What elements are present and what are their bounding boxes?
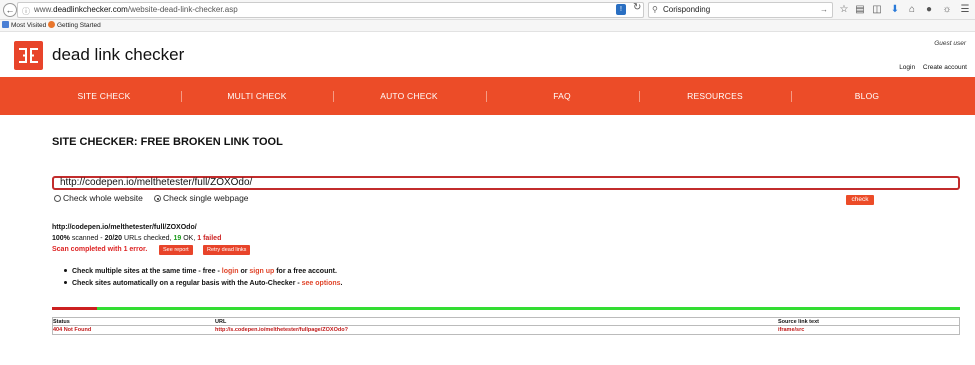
url-prefix: www. — [34, 5, 54, 14]
cell-url-link[interactable]: http://s.codepen.io/melthetester/fullpag… — [215, 326, 348, 334]
browser-toolbar: ← ⓘ www.deadlinkchecker.com/website-dead… — [0, 0, 975, 20]
table-row: 404 Not Found http://s.codepen.io/melthe… — [53, 326, 959, 334]
scanned-label: scanned - — [71, 235, 103, 242]
check-button[interactable]: check — [846, 195, 874, 205]
search-input[interactable]: ⚲ Corisponding → — [648, 2, 833, 18]
tips-list: Check multiple sites at the same time - … — [64, 266, 343, 290]
bullet-icon — [64, 268, 67, 272]
tracking-shield-icon[interactable]: ! — [616, 4, 626, 15]
failed-portion — [52, 307, 98, 310]
home-icon[interactable]: ⌂ — [905, 3, 919, 17]
cell-status: 404 Not Found — [53, 327, 92, 333]
header-status: Status — [53, 319, 70, 325]
header-source-link-text: Source link text — [778, 319, 819, 325]
search-icon: ⚲ — [652, 5, 658, 14]
menu-icon[interactable]: ☰ — [958, 3, 972, 17]
bookmark-star-icon[interactable]: ☆ — [837, 3, 851, 17]
page-title: SITE CHECKER: FREE BROKEN LINK TOOL — [52, 136, 283, 148]
firefox-icon — [48, 21, 55, 28]
scan-error-message: Scan completed with 1 error. — [52, 246, 148, 253]
account-links: Login Create account — [893, 64, 967, 71]
ok-label: OK, — [183, 235, 196, 242]
nav-resources[interactable]: RESOURCES — [639, 77, 791, 115]
scan-percent: 100% — [52, 235, 70, 242]
radio-check-whole-website[interactable]: Check whole website — [54, 193, 143, 203]
tip-see-options-link[interactable]: see options — [302, 280, 341, 287]
url-path: /website-dead-link-checker.asp — [127, 5, 238, 14]
retry-dead-links-button[interactable]: Retry dead links — [203, 245, 251, 255]
back-icon[interactable]: ← — [3, 3, 17, 17]
nav-multi-check[interactable]: MULTI CHECK — [181, 77, 333, 115]
pocket-icon[interactable]: ◫ — [870, 3, 884, 17]
search-value: Corisponding — [663, 5, 711, 14]
guest-user-label: Guest user — [934, 40, 966, 47]
scan-summary: 100% scanned - 20/20 URLs checked, 19 OK… — [52, 235, 221, 242]
failed-count: 1 failed — [197, 235, 222, 242]
reload-icon[interactable]: ↻ — [633, 2, 641, 13]
see-report-button[interactable]: See report — [159, 245, 193, 255]
url-domain: deadlinkchecker.com — [53, 5, 128, 14]
cell-source-link-text: iframe/src — [778, 327, 805, 333]
radio-unchecked-icon[interactable] — [54, 195, 61, 202]
urls-checked-count: 20/20 — [104, 235, 123, 242]
radio-checked-icon[interactable] — [154, 195, 161, 202]
tip-multi-sites: Check multiple sites at the same time - … — [64, 266, 343, 278]
urls-checked-label: URLs checked, — [124, 235, 172, 242]
logo-icon[interactable] — [14, 41, 43, 70]
login-link[interactable]: Login — [899, 64, 915, 71]
table-header: Status URL Source link text — [53, 318, 959, 326]
main-nav: SITE CHECK MULTI CHECK AUTO CHECK FAQ RE… — [0, 77, 975, 115]
tip-auto-checker: Check sites automatically on a regular b… — [64, 278, 343, 290]
bookmark-label: Most Visited — [11, 22, 47, 29]
site-logo-text[interactable]: dead link checker — [52, 45, 184, 65]
tip-text: Check multiple sites at the same time - … — [72, 268, 222, 275]
tip-text: for a free account. — [274, 268, 337, 275]
tip-signup-link[interactable]: sign up — [249, 268, 274, 275]
ok-count: 19 — [173, 235, 182, 242]
bookmark-getting-started[interactable]: Getting Started — [48, 20, 101, 32]
tip-text: . — [340, 280, 343, 287]
download-icon[interactable]: ⬇ — [888, 3, 902, 17]
radio-check-single-webpage[interactable]: Check single webpage — [154, 193, 249, 203]
nav-auto-check[interactable]: AUTO CHECK — [333, 77, 485, 115]
checked-url: http://codepen.io/melthetester/full/ZOXO… — [52, 224, 197, 231]
tip-text: or — [238, 268, 250, 275]
url-input[interactable]: http://codepen.io/melthetester/full/ZOXO… — [52, 176, 960, 190]
search-go-icon[interactable]: → — [820, 3, 828, 17]
address-bar[interactable]: ⓘ www.deadlinkchecker.com/website-dead-l… — [17, 2, 644, 18]
tip-text: Check sites automatically on a regular b… — [72, 280, 302, 287]
create-account-link[interactable]: Create account — [923, 64, 967, 71]
scan-progress-bar — [52, 307, 960, 310]
addon-icon[interactable]: ☼ — [940, 3, 954, 17]
bookmark-most-visited[interactable]: Most Visited — [2, 20, 46, 32]
radio-label: Check whole website — [63, 193, 143, 203]
bullet-icon — [64, 280, 67, 284]
folder-icon — [2, 21, 9, 28]
chat-icon[interactable]: ● — [922, 3, 936, 17]
bookmarks-bar: Most Visited Getting Started — [0, 20, 975, 32]
info-icon[interactable]: ⓘ — [22, 5, 30, 19]
nav-site-check[interactable]: SITE CHECK — [28, 77, 180, 115]
radio-label: Check single webpage — [163, 193, 249, 203]
reading-list-icon[interactable]: ▤ — [853, 3, 867, 17]
nav-blog[interactable]: BLOG — [791, 77, 943, 115]
results-table: Status URL Source link text 404 Not Foun… — [52, 317, 960, 335]
bookmark-label: Getting Started — [57, 22, 101, 29]
header-url: URL — [215, 319, 227, 325]
tip-login-link[interactable]: login — [222, 268, 239, 275]
nav-faq[interactable]: FAQ — [486, 77, 638, 115]
